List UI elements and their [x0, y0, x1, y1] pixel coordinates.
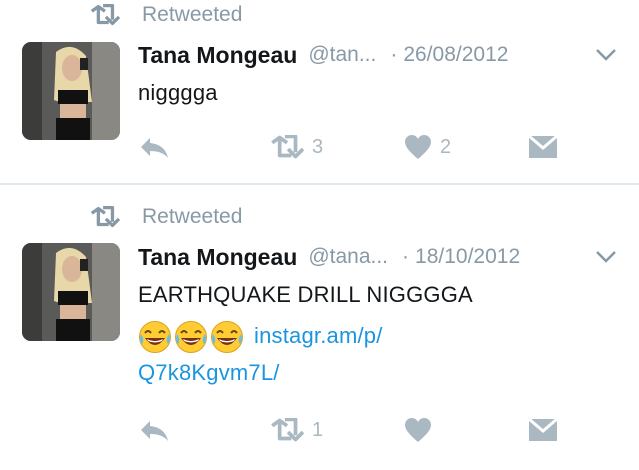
laughing-emoji-icon — [210, 320, 244, 354]
heart-icon — [404, 134, 432, 160]
reply-icon — [138, 135, 170, 159]
reply-icon — [138, 418, 170, 442]
tweet-text-line2: instagr.am/p/ — [138, 318, 383, 354]
chevron-down-icon[interactable] — [595, 250, 617, 264]
chevron-down-icon[interactable] — [595, 48, 617, 62]
like-count: 2 — [440, 135, 452, 158]
user-handle[interactable]: @tan... — [308, 43, 376, 67]
like-button[interactable]: 2 — [404, 132, 451, 162]
tweet-header: Tana Mongeau @tan... · 26/08/2012 — [138, 40, 639, 70]
laughing-emoji-icon — [138, 320, 172, 354]
reply-button[interactable] — [138, 132, 178, 162]
tweet-actions: 3 2 — [138, 132, 598, 162]
tweet-text: nigggga — [138, 80, 218, 105]
retweet-count: 1 — [312, 418, 324, 441]
tweet-link-continued[interactable]: Q7k8Kgvm7L/ — [138, 360, 280, 386]
date-separator: · — [390, 43, 398, 66]
avatar[interactable] — [22, 42, 120, 140]
user-handle[interactable]: @tana... — [308, 245, 388, 269]
tweet[interactable]: Retweeted Tana Mongeau @tana... · 18/10/… — [0, 185, 639, 470]
tweet[interactable]: Retweeted Tana Mongeau @tan... · 26/08/2… — [0, 0, 639, 183]
retweet-icon — [88, 4, 120, 26]
retweet-button[interactable]: 1 — [268, 415, 323, 445]
direct-message-button[interactable] — [528, 132, 566, 162]
retweeted-label: Retweeted — [142, 205, 243, 228]
envelope-icon — [528, 135, 558, 159]
envelope-icon — [528, 418, 558, 442]
tweet-date[interactable]: 26/08/2012 — [403, 43, 508, 67]
direct-message-button[interactable] — [528, 415, 566, 445]
retweeted-indicator: Retweeted — [88, 0, 242, 30]
retweeted-label: Retweeted — [142, 3, 243, 26]
retweet-count: 3 — [312, 135, 324, 158]
display-name[interactable]: Tana Mongeau — [138, 244, 297, 271]
laughing-emoji-icon — [174, 320, 208, 354]
tweet-date[interactable]: 18/10/2012 — [415, 245, 520, 269]
retweeted-indicator: Retweeted — [88, 202, 242, 232]
tweet-header: Tana Mongeau @tana... · 18/10/2012 — [138, 242, 639, 272]
display-name[interactable]: Tana Mongeau — [138, 42, 297, 69]
heart-icon — [404, 417, 432, 443]
tweet-actions: 1 — [138, 415, 598, 445]
retweet-icon — [88, 206, 120, 228]
tweet-link[interactable]: instagr.am/p/ — [254, 323, 383, 348]
retweet-button[interactable]: 3 — [268, 132, 323, 162]
tweet-text: EARTHQUAKE DRILL NIGGGGA — [138, 282, 473, 307]
reply-button[interactable] — [138, 415, 178, 445]
emoji-group — [138, 320, 244, 354]
avatar[interactable] — [22, 243, 120, 341]
retweet-icon — [268, 135, 304, 159]
date-separator: · — [402, 245, 410, 268]
like-button[interactable] — [404, 415, 440, 445]
retweet-icon — [268, 418, 304, 442]
